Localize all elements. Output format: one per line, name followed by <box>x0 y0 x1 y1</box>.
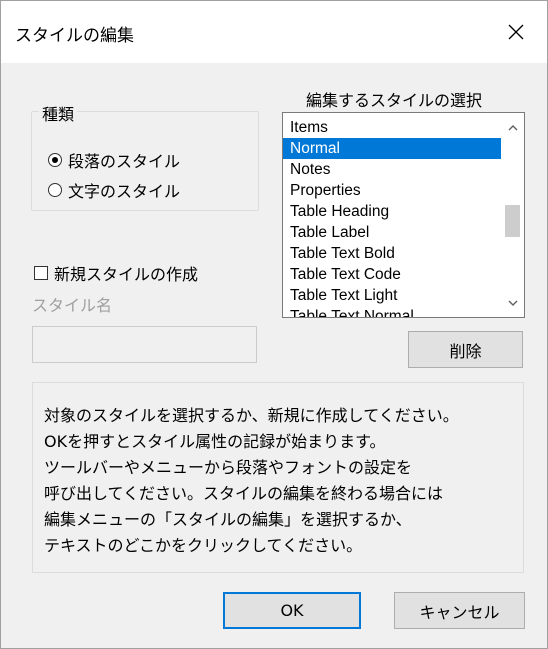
style-name-input[interactable] <box>32 326 257 363</box>
style-list-item[interactable]: Table Heading <box>283 201 501 222</box>
info-line: 呼び出してください。スタイルの編集を終わる場合には <box>44 484 444 503</box>
character-style-radio[interactable]: 文字のスタイル <box>48 178 180 202</box>
radio-button-unchecked[interactable] <box>48 183 62 197</box>
style-list-item[interactable]: Normal <box>283 138 501 159</box>
style-list-item[interactable]: Notes <box>283 159 501 180</box>
title-bar[interactable]: スタイルの編集 <box>1 1 547 63</box>
style-list-item[interactable]: Items <box>283 117 501 138</box>
style-list-item[interactable]: Table Text Light <box>283 285 501 306</box>
new-style-checkbox-row[interactable]: 新規スタイルの作成 <box>34 261 198 285</box>
style-list-item[interactable]: Table Label <box>283 222 501 243</box>
style-list-items: Items Normal Notes Properties Table Heading T… <box>283 117 501 317</box>
cancel-button[interactable]: キャンセル <box>394 592 525 629</box>
style-edit-dialog: スタイルの編集 種類 段落のスタイル 文字のスタイル 新規スタイルの作成 スタイ… <box>0 0 548 649</box>
info-line: 編集メニューの「スタイルの編集」を選択するか、 <box>44 510 412 529</box>
style-name-label: スタイル名 <box>32 296 113 315</box>
kind-group-caption: 種類 <box>39 101 78 125</box>
style-list-item[interactable]: Table Text Code <box>283 264 501 285</box>
close-icon <box>508 24 524 40</box>
style-listbox[interactable]: Items Normal Notes Properties Table Heading T… <box>282 112 525 318</box>
style-list-item[interactable]: Table Text Bold <box>283 243 501 264</box>
info-line: ツールバーやメニューから段落やフォントの設定を <box>44 458 413 477</box>
scroll-thumb[interactable] <box>505 205 520 237</box>
chevron-up-icon <box>508 124 517 130</box>
ok-button[interactable]: OK <box>223 592 361 629</box>
chevron-down-icon <box>508 300 517 306</box>
style-list-item[interactable]: Properties <box>283 180 501 201</box>
delete-button[interactable]: 削除 <box>408 331 523 368</box>
radio-button-checked[interactable] <box>48 153 62 167</box>
info-line: 対象のスタイルを選択するか、新規に作成してください。 <box>44 406 459 425</box>
scroll-up-button[interactable] <box>501 117 524 137</box>
vertical-scrollbar[interactable] <box>501 113 524 317</box>
window-title: スタイルの編集 <box>15 26 134 46</box>
info-line: OKを押すとスタイル属性の記録が始まります。 <box>44 432 386 451</box>
new-style-checkbox-label: 新規スタイルの作成 <box>54 265 199 284</box>
info-line: テキストのどこかをクリックしてください。 <box>44 536 363 555</box>
paragraph-style-radio[interactable]: 段落のスタイル <box>48 148 180 172</box>
scroll-down-button[interactable] <box>501 293 524 313</box>
style-list-item[interactable]: Table Text Normal <box>283 306 501 317</box>
close-button[interactable] <box>485 1 547 63</box>
style-list-title: 編集するスタイルの選択 <box>306 91 483 110</box>
paragraph-style-label: 段落のスタイル <box>68 152 181 171</box>
new-style-checkbox[interactable] <box>34 266 48 280</box>
character-style-label: 文字のスタイル <box>68 182 181 201</box>
